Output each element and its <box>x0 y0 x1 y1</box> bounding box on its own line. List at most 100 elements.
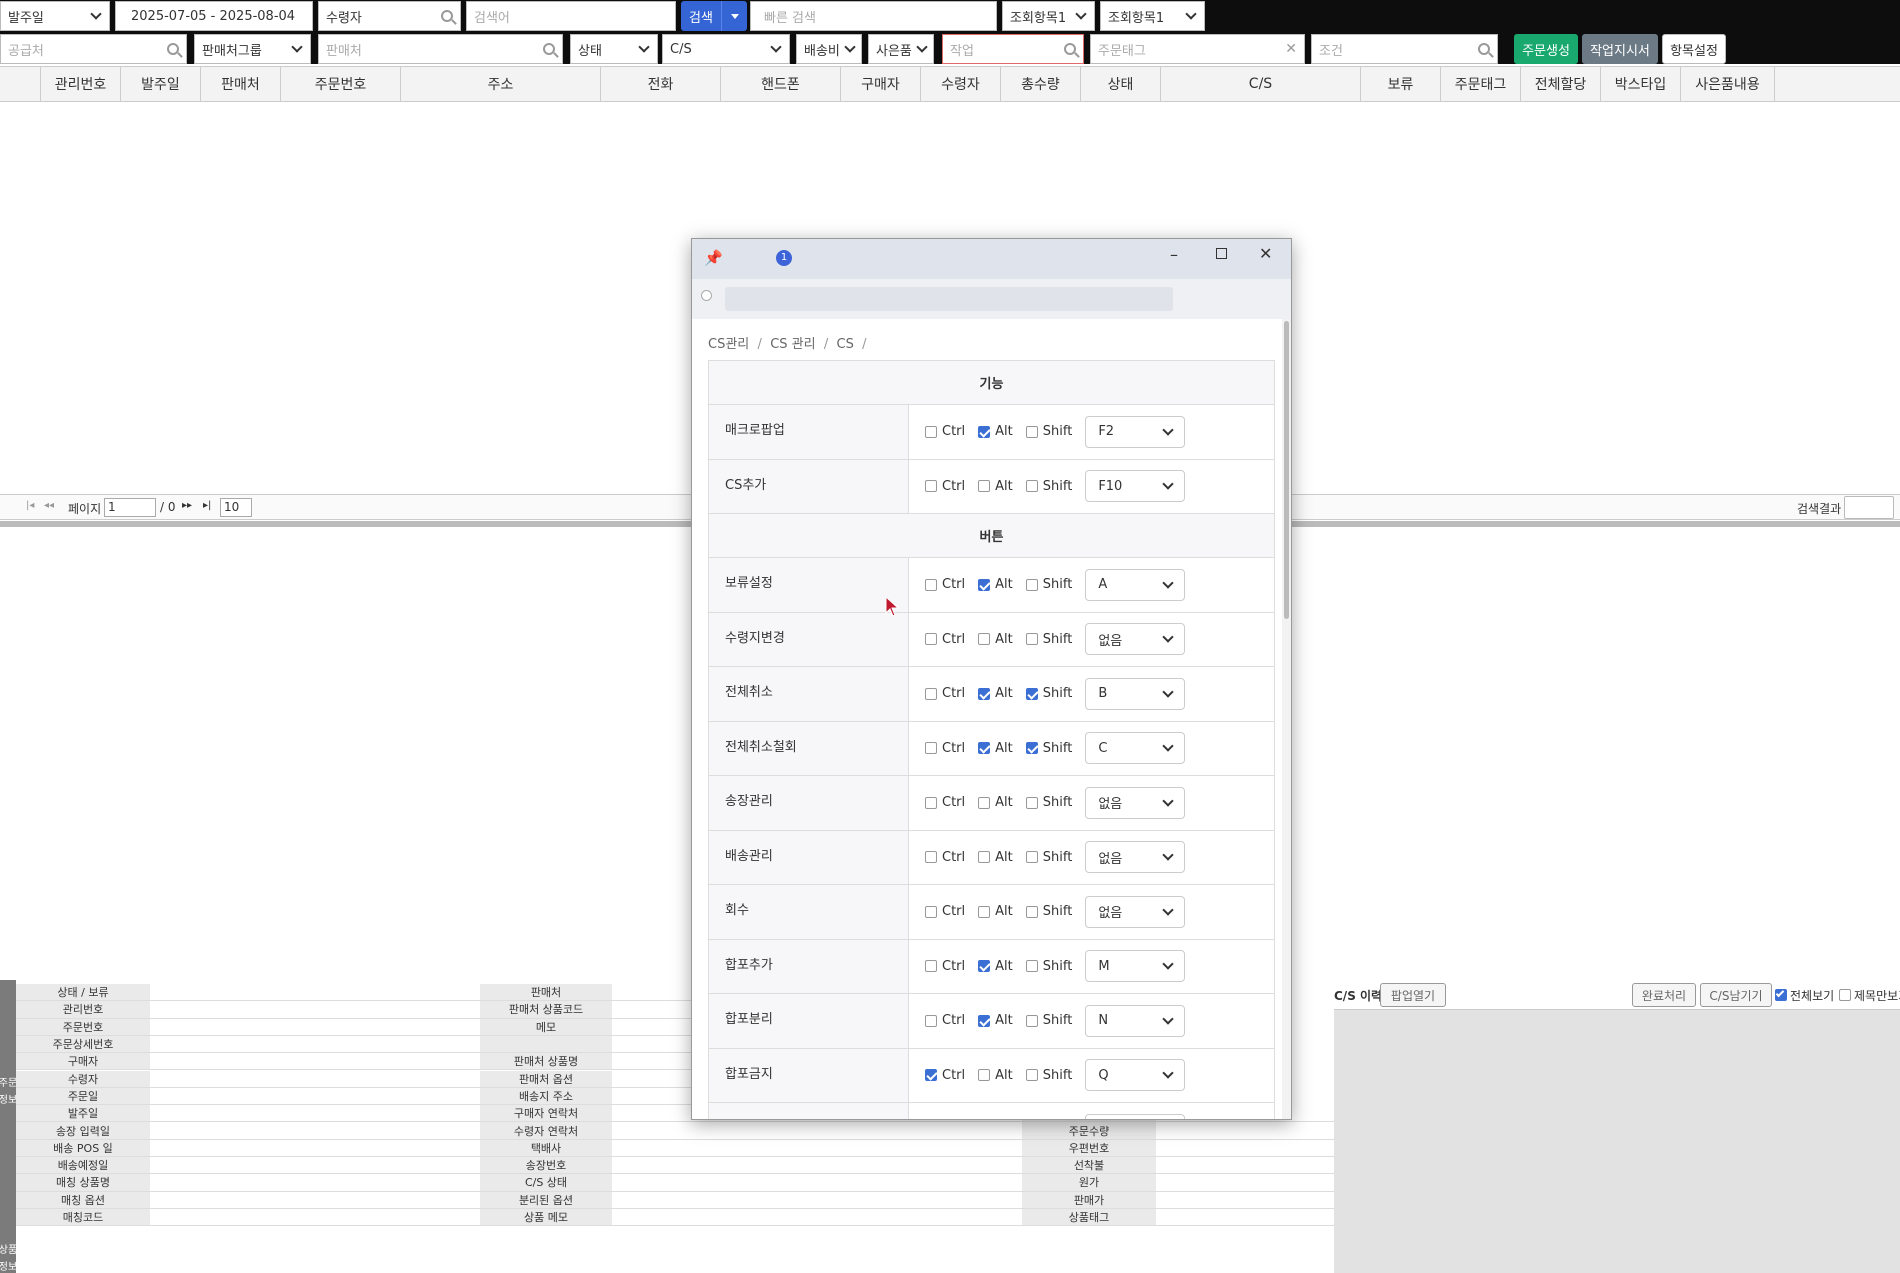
key-select[interactable]: A <box>1085 568 1186 601</box>
url-field[interactable] <box>725 287 1173 311</box>
shift-checkbox[interactable] <box>1025 960 1038 973</box>
column-header[interactable]: 주소 <box>400 67 600 101</box>
first-page-icon[interactable]: |◂ <box>26 500 34 511</box>
gift-select[interactable]: 사은품 <box>868 34 934 64</box>
close-icon[interactable]: ✕ <box>1259 244 1272 263</box>
shift-checkbox[interactable] <box>1025 1014 1038 1027</box>
view-item-select-1[interactable]: 조회항목1 <box>1002 1 1095 31</box>
quick-search-input[interactable]: 빠른 검색 <box>750 1 997 31</box>
search-button[interactable]: 검색 <box>681 1 721 31</box>
key-select[interactable]: 없음 <box>1085 623 1186 656</box>
alt-checkbox[interactable] <box>978 425 991 438</box>
shift-checkbox[interactable] <box>1025 905 1038 918</box>
search-icon[interactable] <box>1064 43 1076 55</box>
clear-icon[interactable]: ✕ <box>1285 41 1297 57</box>
ctrl-checkbox[interactable] <box>925 851 937 864</box>
complete-button[interactable]: 완료처리 <box>1632 983 1696 1007</box>
column-header[interactable]: 총수량 <box>1000 67 1080 101</box>
ctrl-checkbox[interactable] <box>925 742 937 755</box>
ctrl-checkbox[interactable] <box>925 578 937 591</box>
ctrl-checkbox[interactable] <box>925 960 937 973</box>
condition-input[interactable]: 조건 <box>1311 34 1498 64</box>
search-target-input[interactable]: 수령자 <box>318 1 461 31</box>
seller-group-select[interactable]: 판매처그룹 <box>194 34 311 64</box>
create-order-button[interactable]: 주문생성 <box>1514 34 1578 64</box>
cs-leave-button[interactable]: C/S남기기 <box>1700 983 1772 1007</box>
date-range-input[interactable]: 2025-07-05 - 2025-08-04 <box>115 1 313 31</box>
key-select[interactable] <box>1085 1113 1186 1119</box>
alt-checkbox[interactable] <box>978 578 991 591</box>
ctrl-checkbox[interactable] <box>925 905 937 918</box>
alt-checkbox[interactable] <box>978 960 991 973</box>
shift-checkbox[interactable] <box>1025 742 1038 755</box>
shift-checkbox[interactable] <box>1025 1069 1038 1082</box>
ctrl-checkbox[interactable] <box>925 480 937 493</box>
key-select[interactable]: N <box>1085 1004 1186 1037</box>
column-header[interactable]: 구매자 <box>840 67 920 101</box>
key-select[interactable]: Q <box>1085 1059 1186 1092</box>
breadcrumb-item[interactable]: CS관리 <box>708 337 749 352</box>
date-type-select[interactable]: 발주일 <box>0 1 110 31</box>
column-settings-button[interactable]: 항목설정 <box>1662 34 1726 64</box>
key-select[interactable]: B <box>1085 677 1186 710</box>
shift-checkbox[interactable] <box>1025 578 1038 591</box>
key-select[interactable]: 없음 <box>1085 895 1186 928</box>
maximize-icon[interactable] <box>1216 248 1227 259</box>
search-icon[interactable] <box>167 43 179 55</box>
column-header[interactable]: 주문태그 <box>1440 67 1520 101</box>
column-header[interactable]: 보류 <box>1360 67 1440 101</box>
supplier-input[interactable]: 공급처 <box>0 34 187 64</box>
ctrl-checkbox[interactable] <box>925 633 937 646</box>
breadcrumb-item[interactable]: CS 관리 <box>770 337 815 352</box>
column-header[interactable]: 박스타입 <box>1600 67 1680 101</box>
shift-checkbox[interactable] <box>1025 796 1038 809</box>
alt-checkbox[interactable] <box>978 905 991 918</box>
column-header[interactable]: 핸드폰 <box>720 67 840 101</box>
key-select[interactable]: 없음 <box>1085 841 1186 874</box>
shift-checkbox[interactable] <box>1025 687 1038 700</box>
shift-checkbox[interactable] <box>1025 633 1038 646</box>
view-all-checkbox[interactable] <box>1775 988 1787 1001</box>
search-keyword-input[interactable]: 검색어 <box>466 1 676 31</box>
prev-page-icon[interactable]: ◂◂ <box>44 500 54 511</box>
shift-checkbox[interactable] <box>1025 425 1038 438</box>
pin-icon[interactable]: 📌 <box>704 249 723 267</box>
column-header[interactable]: 수령자 <box>920 67 1000 101</box>
ctrl-checkbox[interactable] <box>925 1069 937 1082</box>
order-tag-input[interactable]: 주문태그 ✕ <box>1090 34 1305 64</box>
page-number-input[interactable]: 1 <box>104 498 156 517</box>
key-select[interactable]: F2 <box>1085 415 1186 448</box>
alt-checkbox[interactable] <box>978 742 991 755</box>
shift-checkbox[interactable] <box>1025 480 1038 493</box>
work-order-button[interactable]: 작업지시서 <box>1582 34 1658 64</box>
key-select[interactable]: M <box>1085 950 1186 983</box>
cs-select[interactable]: C/S <box>662 34 790 64</box>
key-select[interactable]: F10 <box>1085 470 1186 503</box>
popup-open-button[interactable]: 팝업열기 <box>1380 983 1446 1007</box>
seller-input[interactable]: 판매처 <box>318 34 563 64</box>
page-size-select[interactable]: 10 <box>220 498 252 517</box>
status-select[interactable]: 상태 <box>570 34 658 64</box>
alt-checkbox[interactable] <box>978 796 991 809</box>
ctrl-checkbox[interactable] <box>925 796 937 809</box>
next-page-icon[interactable]: ▸▸ <box>182 500 192 511</box>
shipping-fee-select[interactable]: 배송비 <box>796 34 862 64</box>
column-header[interactable]: C/S <box>1160 67 1360 101</box>
dialog-scrollbar[interactable] <box>1282 319 1291 1119</box>
alt-checkbox[interactable] <box>978 851 991 864</box>
search-icon[interactable] <box>543 43 555 55</box>
key-select[interactable]: 없음 <box>1085 786 1186 819</box>
column-header[interactable]: 주문번호 <box>280 67 400 101</box>
work-input[interactable]: 작업 <box>942 34 1084 64</box>
search-icon[interactable] <box>1478 43 1490 55</box>
ctrl-checkbox[interactable] <box>925 1014 937 1027</box>
column-header[interactable]: 상태 <box>1080 67 1160 101</box>
column-header[interactable]: 관리번호 <box>40 67 120 101</box>
alt-checkbox[interactable] <box>978 480 991 493</box>
column-header[interactable]: 전체할당 <box>1520 67 1600 101</box>
breadcrumb-item[interactable]: CS <box>837 337 854 352</box>
ctrl-checkbox[interactable] <box>925 425 937 438</box>
ctrl-checkbox[interactable] <box>925 687 937 700</box>
alt-checkbox[interactable] <box>978 1014 991 1027</box>
alt-checkbox[interactable] <box>978 687 991 700</box>
